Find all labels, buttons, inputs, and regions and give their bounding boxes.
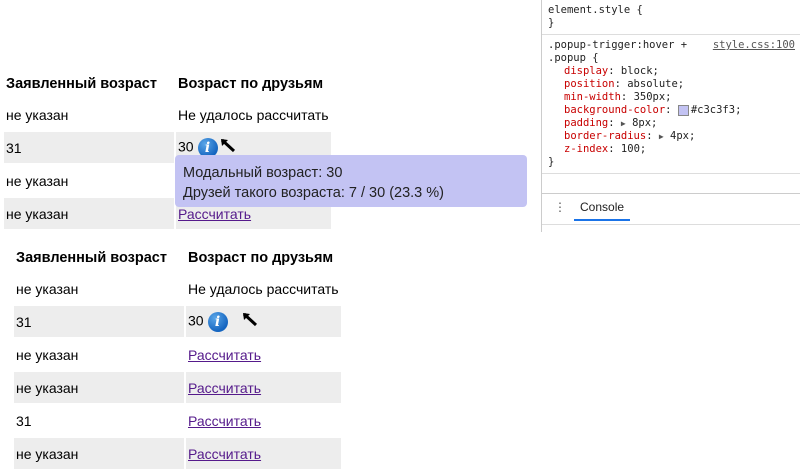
console-toolbar <box>542 224 800 232</box>
friends-age-value: 30 <box>178 138 194 155</box>
expand-triangle-icon[interactable]: ▶ <box>659 132 664 141</box>
css-property[interactable]: padding: ▶ 8px; <box>548 117 795 130</box>
calculate-link[interactable]: Рассчитать <box>188 380 261 396</box>
friends-age-cell: 30 i <box>186 306 341 337</box>
calculate-link[interactable]: Рассчитать <box>178 206 251 222</box>
calculate-link[interactable]: Рассчитать <box>188 347 261 363</box>
declared-age-cell: 31 <box>4 132 174 163</box>
declared-age-cell: не указан <box>4 198 174 229</box>
table-header-row: Заявленный возраст Возраст по друзьям <box>4 70 331 97</box>
css-property[interactable]: position: absolute; <box>548 78 795 91</box>
declared-age-cell: 31 <box>16 412 32 429</box>
friends-age-cell: Рассчитать <box>186 438 341 469</box>
declared-age-cell: не указан <box>6 106 69 123</box>
rule-close-brace: } <box>548 156 555 168</box>
header-age-by-friends: Возраст по друзьям <box>178 75 324 92</box>
table-row: 31 Рассчитать <box>14 405 341 436</box>
table-row: не указан Рассчитать <box>14 438 341 469</box>
css-property[interactable]: background-color: #c3c3f3; <box>548 104 795 117</box>
tab-console[interactable]: Console <box>574 200 631 221</box>
table-row: не указан Не удалось рассчитать <box>4 99 331 130</box>
table-row: не указан Рассчитать <box>14 339 341 370</box>
age-popup: Модальный возраст: 30 Друзей такого возр… <box>175 155 527 207</box>
css-property[interactable]: border-radius: ▶ 4px; <box>548 130 795 143</box>
info-icon[interactable]: i <box>207 311 228 332</box>
header-declared-age: Заявленный возраст <box>16 249 167 266</box>
calculate-link[interactable]: Рассчитать <box>188 413 261 429</box>
table-header-row: Заявленный возраст Возраст по друзьям <box>14 244 341 271</box>
css-property[interactable]: min-width: 350px; <box>548 91 795 104</box>
rule-selector[interactable]: .popup-trigger:hover + <box>548 39 687 51</box>
rule-selector-cont[interactable]: .popup { <box>548 52 795 65</box>
popup-modal-age: Модальный возраст: 30 <box>183 165 343 181</box>
devtools-styles-panel: element.style { } .popup-trigger:hover +… <box>541 0 800 232</box>
friends-age-value: 30 <box>188 312 204 329</box>
friends-age-cell: Рассчитать <box>186 405 341 436</box>
popup-friends-count: Друзей такого возраста: 7 / 30 (23.3 %) <box>183 185 444 201</box>
popup-css-rule: .popup-trigger:hover + style.css:100 .po… <box>542 35 800 174</box>
mouse-cursor-icon <box>242 312 260 331</box>
friends-age-cell: Не удалось рассчитать <box>188 280 339 297</box>
expand-triangle-icon[interactable]: ▶ <box>621 119 626 128</box>
element-style-selector[interactable]: element.style { <box>548 4 795 17</box>
declared-age-cell: не указан <box>16 346 79 363</box>
friends-age-cell: Не удалось рассчитать <box>178 106 329 123</box>
declared-age-cell: 31 <box>14 306 184 337</box>
kebab-menu-icon[interactable]: ⋮ <box>554 200 566 214</box>
table-row: 31 30 i <box>14 306 341 337</box>
devtools-drawer: ⋮ Console <box>542 193 800 232</box>
declared-age-cell: не указан <box>14 372 184 403</box>
friends-age-cell: Рассчитать <box>186 339 341 370</box>
declared-age-cell: не указан <box>16 280 79 297</box>
css-property[interactable]: display: block; <box>548 65 795 78</box>
color-swatch-icon[interactable] <box>677 104 689 116</box>
friends-age-cell: Рассчитать <box>186 372 341 403</box>
table-row: не указан Не удалось рассчитать <box>14 273 341 304</box>
table-row: не указан Рассчитать <box>14 372 341 403</box>
header-declared-age: Заявленный возраст <box>6 75 157 92</box>
rule-close-brace: } <box>548 17 555 29</box>
css-property[interactable]: z-index: 100; <box>548 143 795 156</box>
header-age-by-friends: Возраст по друзьям <box>188 249 334 266</box>
declared-age-cell: не указан <box>14 438 184 469</box>
declared-age-cell: не указан <box>6 172 69 189</box>
element-style-rule: element.style { } <box>542 0 800 35</box>
age-table-bottom: Заявленный возраст Возраст по друзьям не… <box>12 242 343 471</box>
rule-source-link[interactable]: style.css:100 <box>713 39 795 52</box>
calculate-link[interactable]: Рассчитать <box>188 446 261 462</box>
